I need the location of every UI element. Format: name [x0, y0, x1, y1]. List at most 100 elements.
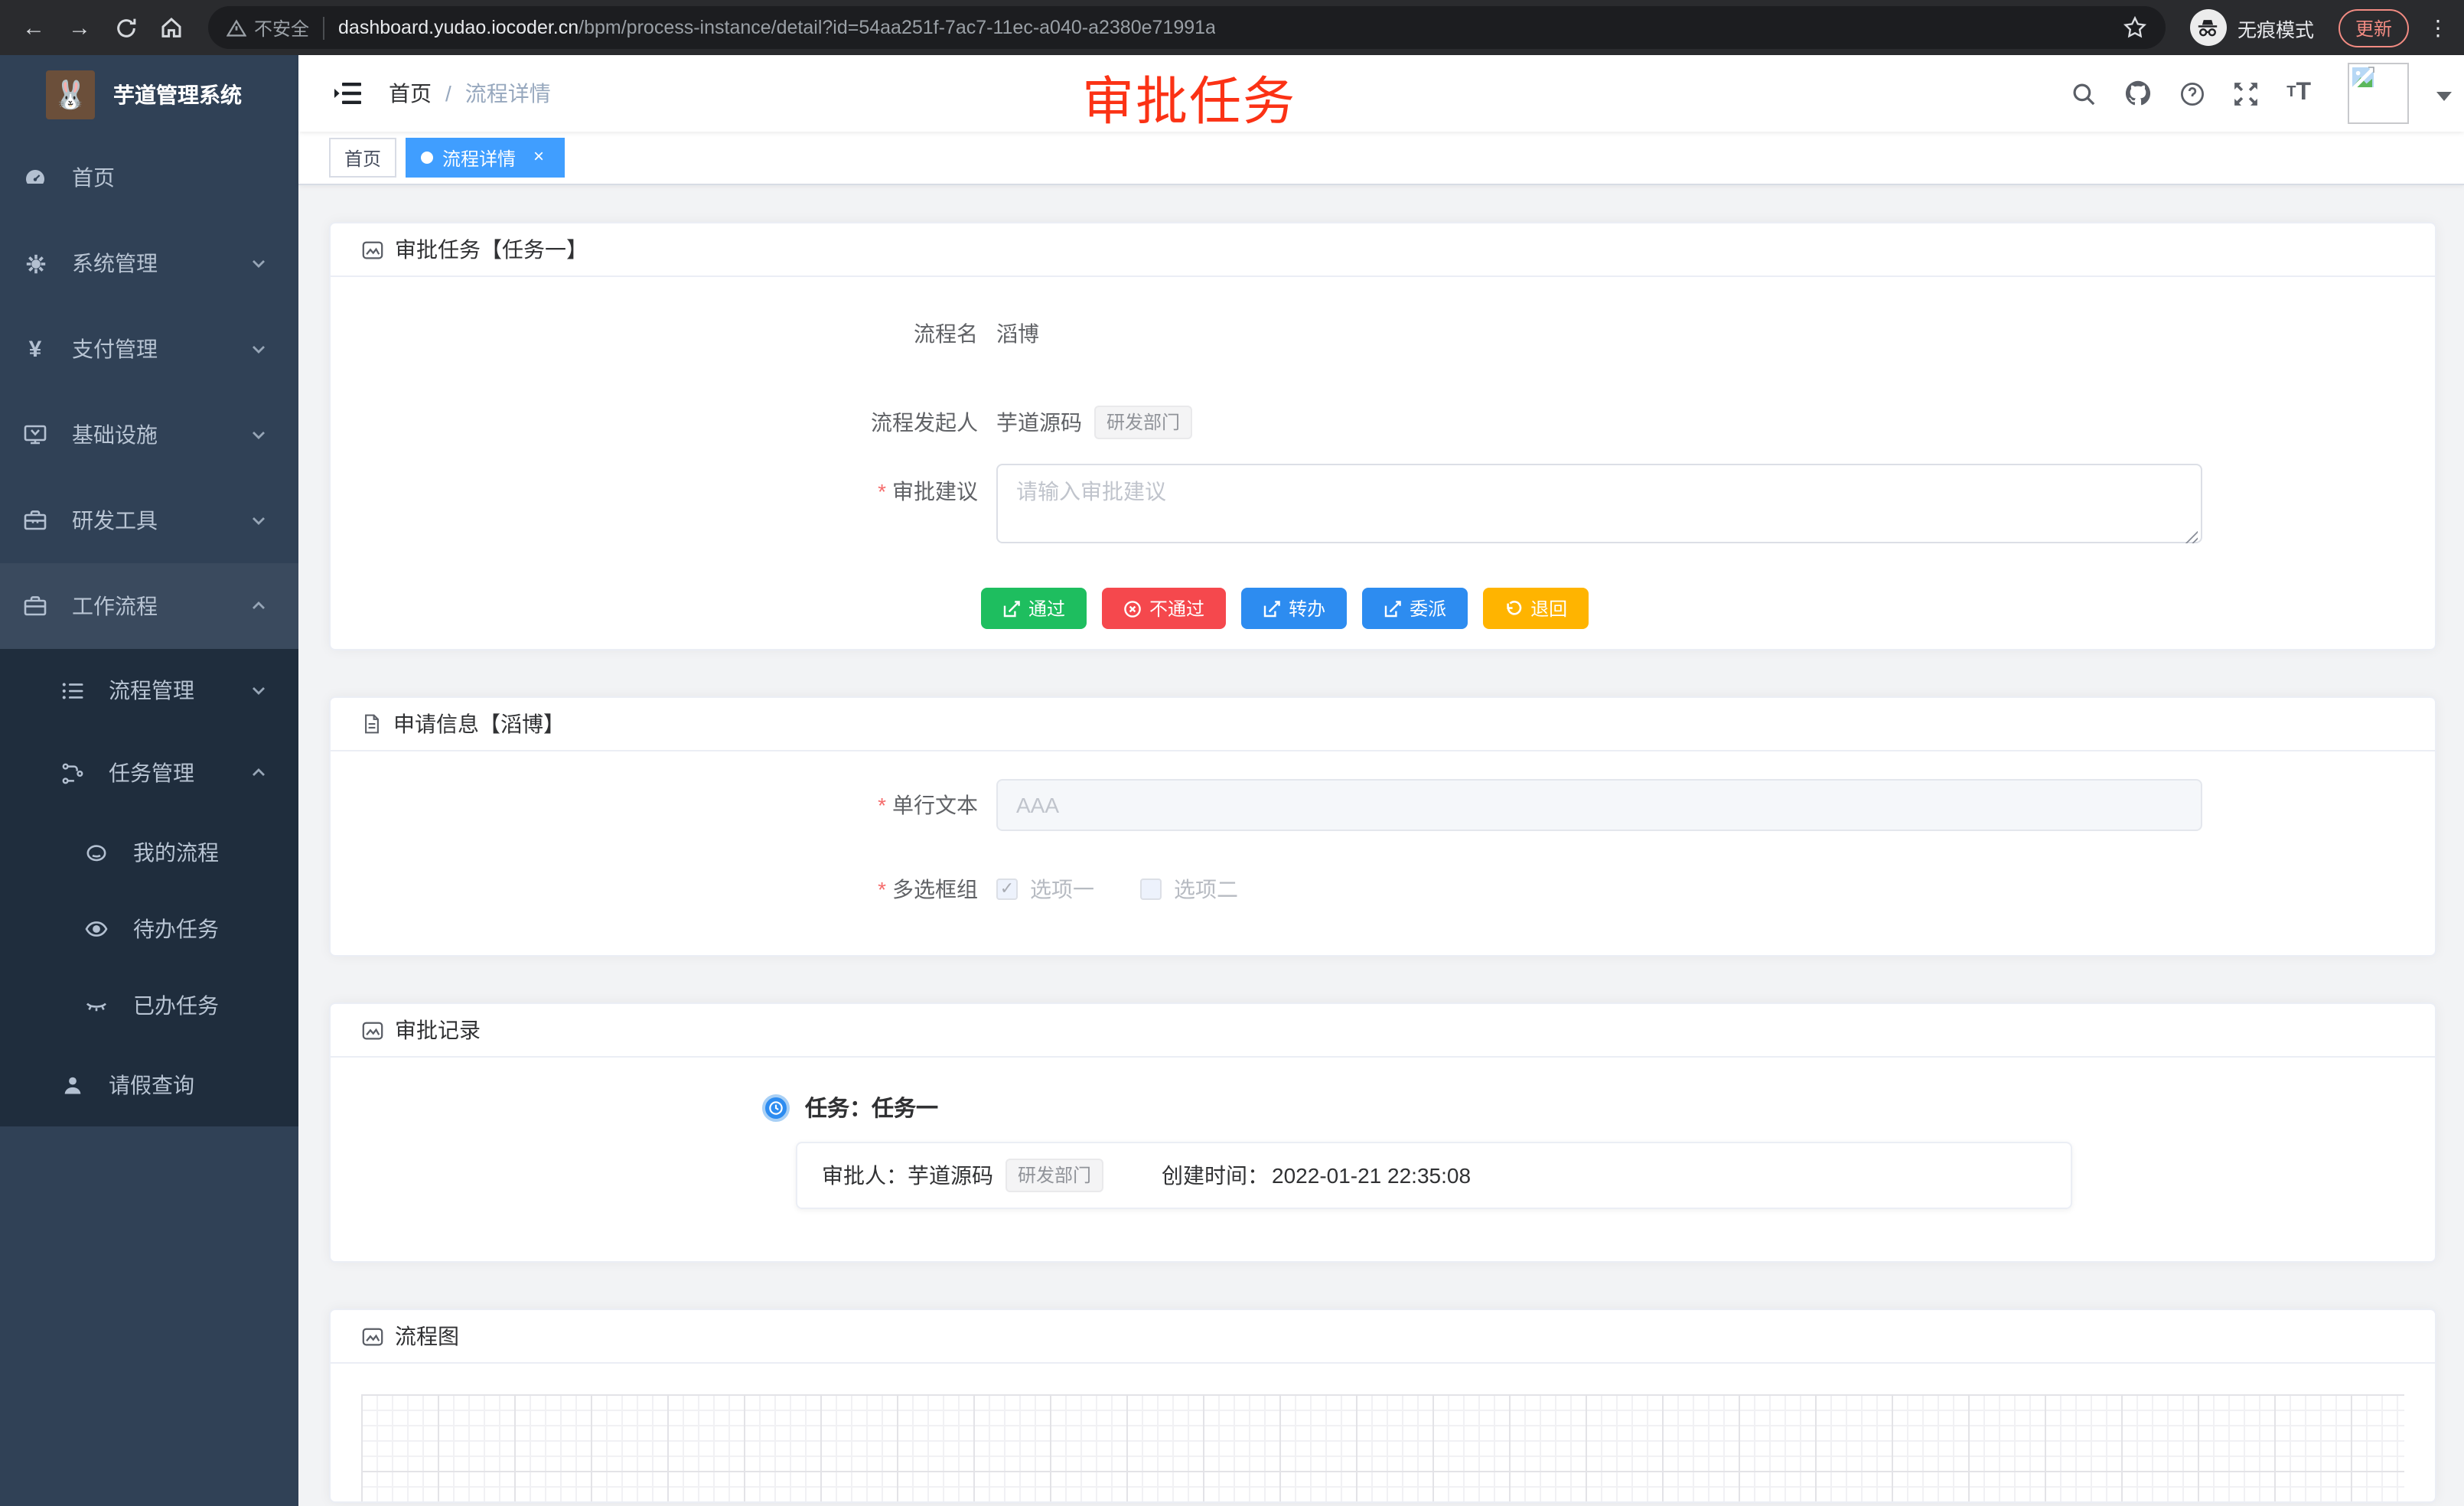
sidebar-item-label: 请假查询 [109, 1070, 194, 1100]
return-button[interactable]: 退回 [1483, 588, 1589, 629]
checkbox-checked-icon: ✓ [996, 878, 1018, 900]
approval-timeline: 任务：任务一 审批人： 芋道源码 研发部门 创建时间： 2022-01-21 2… [361, 1091, 2404, 1209]
tag-process-detail[interactable]: 流程详情 × [406, 138, 565, 178]
sidebar-item-dev-tools[interactable]: 研发工具 [0, 478, 298, 563]
checkbox-group-label: *多选框组 [361, 874, 996, 905]
required-asterisk: * [878, 877, 886, 901]
tags-view: 首页 流程详情 × [298, 132, 2464, 185]
application-info-card: 申请信息【滔博】 *单行文本 *多选框组 ✓ 选项一 [329, 696, 2436, 957]
timeline-task-row: 任务：任务一 [762, 1091, 2404, 1123]
gear-icon [23, 252, 47, 275]
chevron-up-icon [249, 764, 268, 782]
home-icon [159, 15, 184, 40]
omnibox-divider [323, 16, 324, 39]
browser-home-button[interactable] [153, 9, 190, 46]
workstation-icon [23, 422, 47, 447]
checkbox-option-2: 选项二 [1140, 874, 1238, 905]
font-size-icon[interactable]: TT [2286, 81, 2311, 106]
sidebar-item-home[interactable]: 首页 [0, 135, 298, 220]
picture-icon [361, 1325, 384, 1348]
reject-button[interactable]: 不通过 [1102, 588, 1226, 629]
avatar[interactable] [2348, 63, 2409, 124]
process-name-label: 流程名 [361, 318, 996, 349]
approval-record-item: 审批人： 芋道源码 研发部门 创建时间： 2022-01-21 22:35:08 [796, 1142, 2072, 1209]
approve-button[interactable]: 通过 [981, 588, 1087, 629]
document-icon [361, 713, 383, 735]
breadcrumb-separator: / [445, 81, 451, 106]
circle-x-icon [1123, 599, 1142, 618]
sidebar: 🐰 芋道管理系统 首页 系统管理 [0, 55, 298, 1506]
sidebar-item-workflow[interactable]: 工作流程 [0, 563, 298, 649]
sidebar-item-label: 我的流程 [133, 837, 219, 868]
approval-task-card: 审批任务【任务一】 流程名 滔博 流程发起人 芋道源码 研发部门 [329, 222, 2436, 650]
bpmn-grid-canvas[interactable] [361, 1394, 2404, 1503]
help-icon[interactable] [2179, 80, 2205, 106]
sidebar-item-process-mgmt[interactable]: 流程管理 [0, 649, 298, 732]
chevron-up-icon [249, 597, 268, 615]
sidebar-toggle-button[interactable] [321, 81, 373, 106]
required-asterisk: * [878, 793, 886, 817]
avatar-caret-icon[interactable] [2436, 91, 2452, 108]
clock-icon [762, 1094, 790, 1121]
sidebar-item-label: 首页 [72, 162, 115, 193]
fullscreen-icon[interactable] [2233, 80, 2259, 106]
chevron-down-icon [249, 425, 268, 444]
toolbox-icon [23, 508, 47, 533]
tag-label: 流程详情 [442, 145, 516, 171]
process-diagram-card: 流程图 [329, 1309, 2436, 1503]
single-line-text-label: *单行文本 [361, 790, 996, 820]
sidebar-item-infrastructure[interactable]: 基础设施 [0, 392, 298, 478]
search-icon[interactable] [2071, 80, 2097, 106]
dashboard-icon [23, 165, 47, 190]
suggestion-textarea[interactable] [996, 464, 2202, 543]
process-name-value: 滔博 [996, 318, 1039, 349]
sidebar-item-system[interactable]: 系统管理 [0, 220, 298, 306]
red-annotation-text: 审批任务 [1082, 60, 1296, 135]
eye-icon [84, 917, 109, 941]
bookmark-star-icon[interactable] [2123, 15, 2147, 40]
briefcase-icon [23, 594, 47, 618]
security-chip-label[interactable]: 不安全 [254, 15, 309, 41]
sidebar-item-my-process[interactable]: 我的流程 [0, 814, 298, 891]
broken-image-icon [2351, 66, 2378, 93]
checkbox-group-row: *多选框组 ✓ 选项一 选项二 [361, 874, 2404, 905]
chevron-down-icon [249, 511, 268, 530]
browser-menu-button[interactable]: ⋮ [2427, 15, 2449, 41]
picture-icon [361, 1019, 384, 1041]
transfer-button[interactable]: 转办 [1241, 588, 1347, 629]
app-logo-row[interactable]: 🐰 芋道管理系统 [0, 55, 298, 135]
sidebar-item-payment[interactable]: ¥ 支付管理 [0, 306, 298, 392]
tag-home[interactable]: 首页 [329, 138, 396, 178]
tag-label: 首页 [344, 145, 381, 171]
sidebar-item-leave-query[interactable]: 请假查询 [0, 1044, 298, 1126]
sidebar-item-done-tasks[interactable]: 已办任务 [0, 967, 298, 1044]
list-icon [60, 679, 84, 702]
process-name-row: 流程名 滔博 [361, 317, 2404, 350]
browser-update-button[interactable]: 更新 [2339, 8, 2409, 47]
robot-face-icon [84, 840, 109, 865]
sidebar-item-label: 系统管理 [72, 248, 158, 279]
browser-forward-button[interactable]: → [61, 9, 98, 46]
sidebar-item-label: 支付管理 [72, 334, 158, 364]
breadcrumb-home[interactable]: 首页 [389, 78, 432, 109]
suggestion-row: *审批建议 [361, 464, 2404, 551]
url-host: dashboard.yudao.iocoder.cn [338, 17, 579, 38]
browser-reload-button[interactable] [107, 9, 144, 46]
active-dot [421, 152, 433, 164]
card-title: 审批记录 [395, 1015, 481, 1045]
github-icon[interactable] [2124, 80, 2152, 107]
address-bar[interactable]: 不安全 dashboard.yudao.iocoder.cn/bpm/proce… [208, 6, 2166, 49]
delegate-button[interactable]: 委派 [1362, 588, 1468, 629]
sidebar-item-todo-tasks[interactable]: 待办任务 [0, 891, 298, 967]
workflow-submenu: 流程管理 任务管理 [0, 649, 298, 1126]
sidebar-item-task-mgmt[interactable]: 任务管理 [0, 732, 298, 814]
checkbox-option-1: ✓ 选项一 [996, 874, 1094, 905]
app-root: ← → 不安全 dashboard.yudao.iocoder.cn/bpm/p… [0, 0, 2464, 1506]
browser-back-button[interactable]: ← [15, 9, 52, 46]
close-icon[interactable]: × [528, 147, 549, 168]
chevron-down-icon [249, 254, 268, 272]
person-icon [60, 1074, 84, 1097]
sidebar-item-label: 待办任务 [133, 914, 219, 944]
flow-branch-icon [60, 761, 84, 784]
card-title: 流程图 [395, 1321, 459, 1351]
